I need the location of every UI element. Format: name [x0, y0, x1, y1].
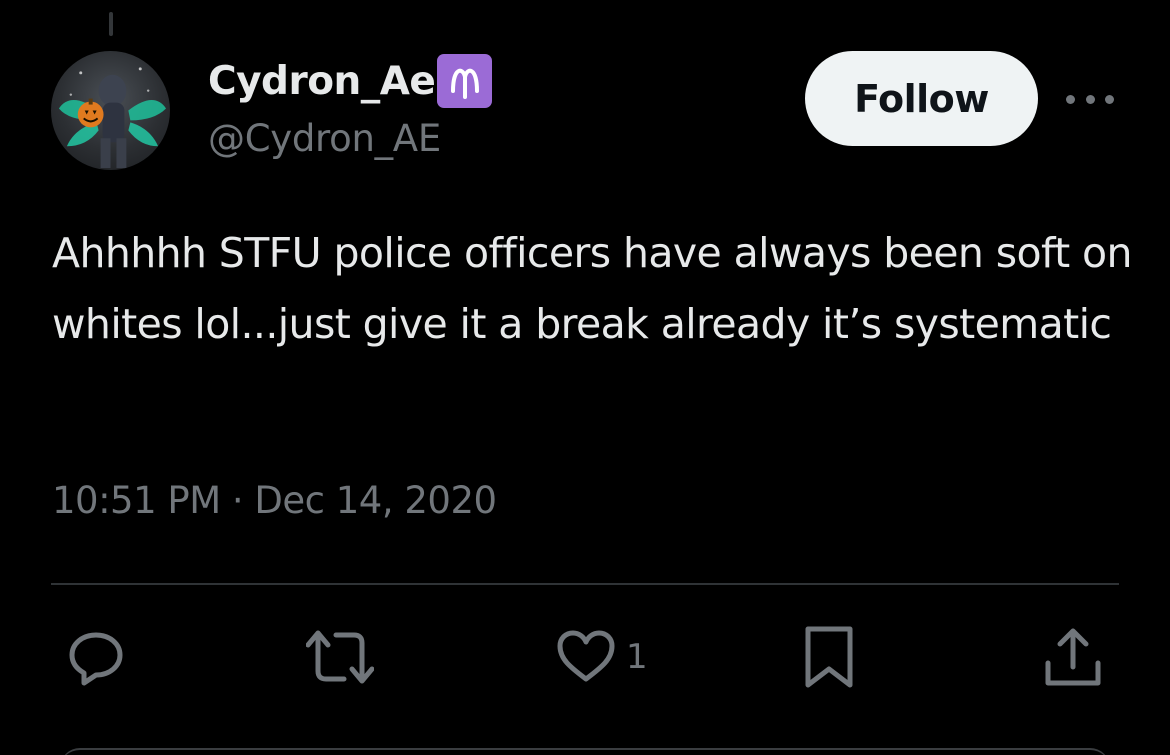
reply-composer-edge [60, 748, 1110, 755]
more-dot [1105, 94, 1114, 104]
bookmark-icon [805, 626, 853, 688]
tweet-timestamp[interactable]: 10:51 PM · Dec 14, 2020 [52, 479, 497, 522]
more-horizontal-icon[interactable] [1066, 86, 1114, 112]
author-name-row: Cydron_Ae [208, 54, 493, 108]
like-count: 1 [626, 637, 648, 677]
aries-emoji-icon [437, 54, 493, 108]
avatar[interactable] [51, 51, 170, 170]
avatar-image [58, 67, 167, 169]
divider [51, 583, 1119, 585]
follow-button[interactable]: Follow [805, 51, 1038, 146]
share-button[interactable] [1044, 622, 1102, 692]
bookmark-button[interactable] [804, 622, 854, 692]
more-dot [1085, 94, 1095, 104]
author-handle[interactable]: @Cydron_AE [208, 117, 441, 160]
share-icon [1045, 628, 1101, 686]
tweet-text: Ahhhhh STFU police officers have always … [52, 229, 1132, 348]
like-button[interactable]: 1 [556, 622, 648, 692]
more-dot [1066, 94, 1075, 104]
retweet-button[interactable] [306, 622, 374, 692]
reply-icon [69, 632, 123, 686]
author-display-name[interactable]: Cydron_Ae [208, 59, 436, 104]
reply-button[interactable] [66, 622, 126, 692]
thread-connector-line [109, 12, 113, 36]
heart-icon [557, 630, 615, 682]
retweet-icon [306, 630, 374, 684]
tweet-detail: Cydron_Ae @Cydron_AE Follow Ahhhhh STFU … [0, 0, 1170, 755]
